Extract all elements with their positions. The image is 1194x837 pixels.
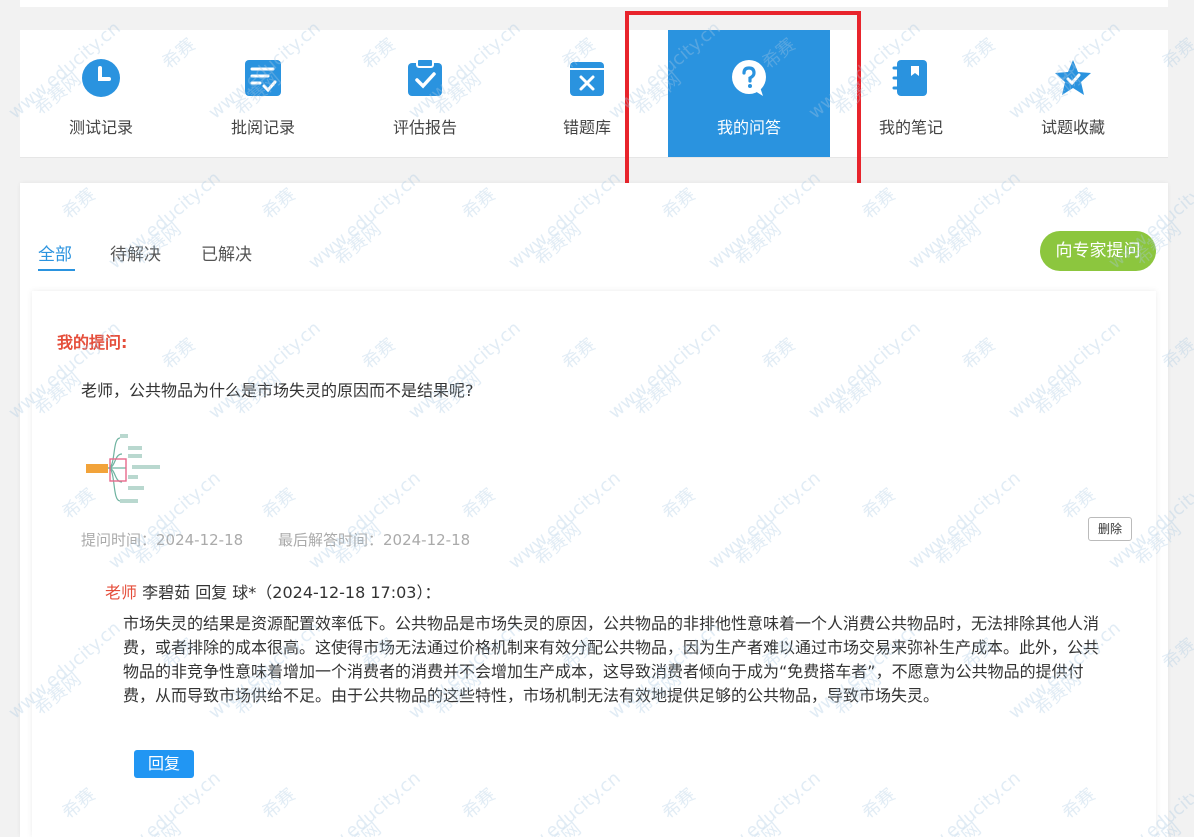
notebook-icon	[892, 60, 927, 96]
main-panel: 全部 待解决 已解决 向专家提问 我的提问: 老师，公共物品为什么是市场失灵的原…	[20, 183, 1168, 837]
tab-all[interactable]: 全部	[38, 240, 72, 265]
nav-label: 评估报告	[392, 118, 457, 137]
nav-label: 批阅记录	[230, 118, 295, 137]
star-icon	[1055, 60, 1091, 95]
reply-author-line: 李碧茹 回复 球*（2024-12-18 17:03）：	[142, 583, 441, 602]
nav-bar: 测试记录 批阅记录 评估报告 错题库 我的问答 我的笔记 试题收藏	[20, 30, 1168, 158]
nav-label: 测试记录	[68, 118, 133, 137]
reply-header: 老师 李碧茹 回复 球*（2024-12-18 17:03）：	[105, 579, 440, 603]
nav-item-my-notes[interactable]: 我的笔记	[830, 30, 992, 157]
question-label: 我的提问:	[57, 333, 128, 352]
wrong-book-icon	[570, 62, 604, 96]
delete-button[interactable]: 删除	[1088, 517, 1132, 541]
ask-time: 提问时间：2024-12-18	[81, 531, 244, 549]
nav-item-favorites[interactable]: 试题收藏	[992, 30, 1154, 157]
clipboard-check-icon	[408, 58, 442, 96]
last-answer-time: 最后解答时间：2024-12-18	[278, 531, 471, 549]
tab-solved[interactable]: 已解决	[201, 240, 252, 265]
tab-pending[interactable]: 待解决	[110, 240, 161, 265]
ask-expert-button[interactable]: 向专家提问	[1040, 231, 1156, 271]
question-bubble-icon	[732, 60, 766, 96]
nav-item-my-qa[interactable]: 我的问答	[668, 30, 830, 157]
nav-item-assessment-report[interactable]: 评估报告	[344, 30, 506, 157]
top-strip	[20, 0, 1168, 7]
nav-item-wrong-questions[interactable]: 错题库	[506, 30, 668, 157]
mindmap-thumbnail-image[interactable]	[86, 426, 166, 516]
nav-item-test-records[interactable]: 测试记录	[20, 30, 182, 157]
tab-underline	[38, 269, 75, 271]
question-card: 我的提问: 老师，公共物品为什么是市场失灵的原因而不是结果呢? 提问时间：202…	[32, 291, 1156, 837]
question-text: 老师，公共物品为什么是市场失灵的原因而不是结果呢?	[81, 381, 474, 400]
reply-body: 市场失灵的结果是资源配置效率低下。公共物品是市场失灵的原因，公共物品的非排他性意…	[123, 614, 1100, 705]
review-list-icon	[245, 60, 281, 96]
reply-button[interactable]: 回复	[134, 750, 194, 778]
nav-label: 我的问答	[716, 118, 781, 137]
nav-label: 错题库	[562, 118, 611, 137]
nav-label: 试题收藏	[1040, 118, 1105, 137]
nav-label: 我的笔记	[878, 118, 943, 137]
teacher-tag: 老师	[105, 583, 138, 602]
nav-item-review-records[interactable]: 批阅记录	[182, 30, 344, 157]
clock-icon	[82, 59, 120, 97]
